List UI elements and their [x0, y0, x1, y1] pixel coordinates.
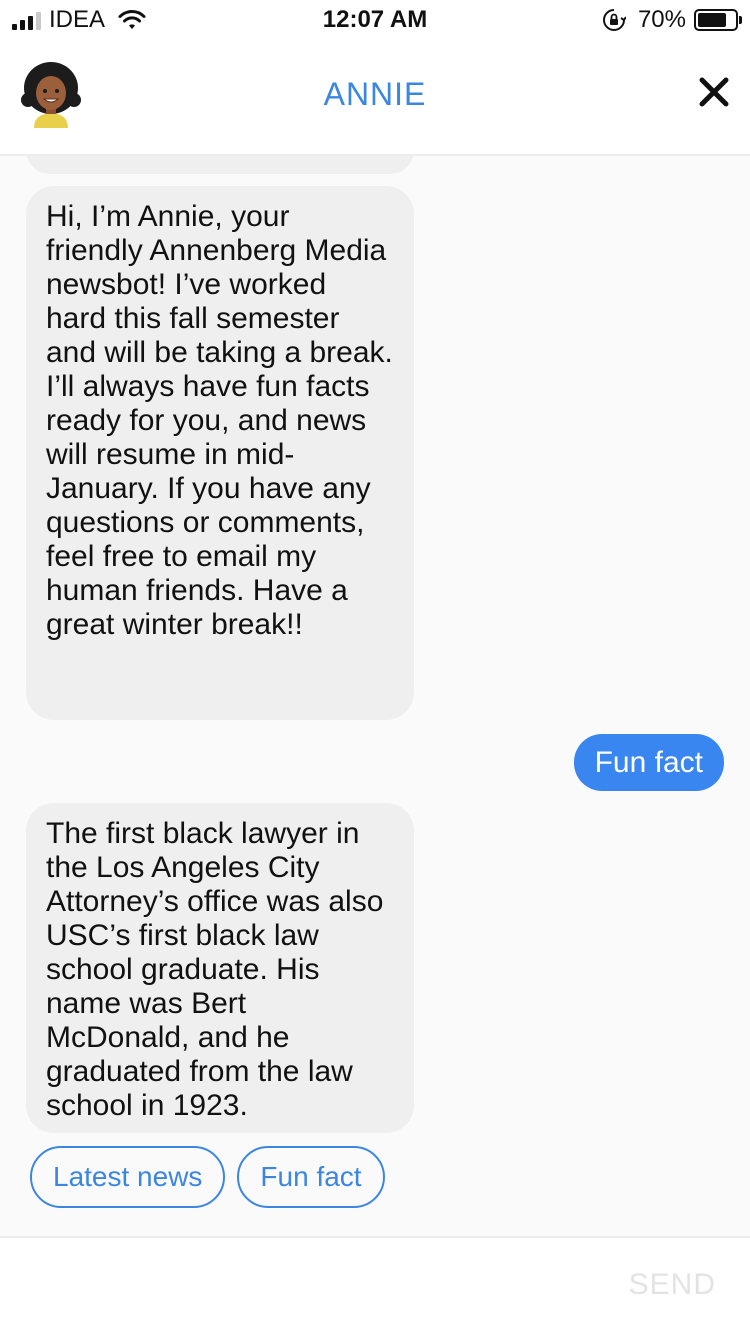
bot-message-text: Hi, I’m Annie, your friendly Annenberg M… — [46, 200, 393, 641]
status-bar: IDEA 12:07 AM 70% — [0, 0, 750, 40]
message-input[interactable] — [20, 1252, 584, 1324]
bot-message: Hi, I’m Annie, your friendly Annenberg M… — [26, 186, 414, 720]
close-icon[interactable] — [698, 76, 730, 108]
quick-reply-latest-news[interactable]: Latest news — [30, 1146, 226, 1208]
chat-title: ANNIE — [323, 76, 427, 112]
quick-reply-fun-fact[interactable]: Fun fact — [237, 1146, 385, 1208]
chat-header: ANNIE — [0, 40, 750, 156]
previous-message-bubble — [26, 156, 414, 174]
status-right: 70% — [602, 6, 742, 34]
rotation-lock-icon — [602, 9, 626, 31]
composer: SEND — [0, 1236, 750, 1336]
chat-thread[interactable]: Hi, I’m Annie, your friendly Annenberg M… — [0, 156, 750, 1236]
user-message-text: Fun fact — [594, 745, 703, 779]
send-button[interactable]: SEND — [629, 1268, 716, 1302]
bot-message: The first black lawyer in the Los Angele… — [26, 803, 414, 1133]
user-message: Fun fact — [573, 734, 724, 791]
bot-message-text: The first black lawyer in the Los Angele… — [46, 817, 384, 1122]
battery-icon — [694, 9, 742, 31]
quick-replies: Latest news Fun fact — [30, 1146, 385, 1208]
battery-fill — [698, 13, 726, 27]
battery-percent: 70% — [637, 6, 686, 33]
